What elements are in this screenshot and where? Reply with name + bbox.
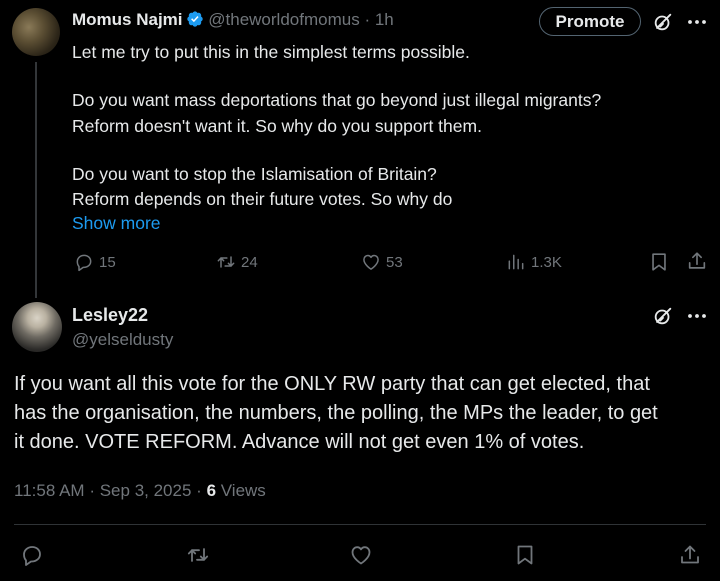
divider	[14, 524, 706, 525]
reply-icon	[76, 254, 92, 272]
parent-tweet-line: Let me try to put this in the simplest t…	[72, 42, 470, 62]
tweet-views-count: 6	[206, 481, 217, 500]
focus-tweet-line: If you want all this vote for the ONLY R…	[14, 373, 650, 395]
focus-tweet-text: If you want all this vote for the ONLY R…	[14, 370, 714, 457]
like-count: 53	[386, 253, 403, 271]
focus-tweet-line: has the organisation, the numbers, the p…	[14, 402, 658, 424]
tweet-time[interactable]: 11:58 AM	[14, 481, 85, 500]
share-icon[interactable]	[686, 250, 708, 272]
thread-connector-line	[35, 62, 37, 298]
parent-tweet-header: Momus Najmi @theworldofmomus · 1h	[72, 8, 394, 32]
repost-icon	[217, 256, 235, 268]
reply-icon[interactable]	[20, 543, 44, 567]
grok-icon[interactable]	[652, 11, 674, 33]
meta-separator: ·	[196, 481, 202, 500]
more-icon[interactable]	[685, 305, 709, 327]
grok-icon[interactable]	[652, 305, 674, 327]
focus-author-handle[interactable]: @yelseldusty	[72, 328, 173, 352]
parent-author-avatar[interactable]	[12, 8, 60, 56]
repost-count: 24	[241, 253, 258, 271]
promote-button[interactable]: Promote	[539, 7, 641, 36]
header-separator: ·	[364, 10, 371, 29]
bookmark-icon[interactable]	[513, 543, 537, 567]
reply-count: 15	[99, 253, 116, 271]
parent-tweet-time[interactable]: 1h	[375, 10, 394, 29]
views-count: 1.3K	[531, 253, 562, 271]
views-action[interactable]: 1.3K	[506, 251, 562, 273]
repost-action[interactable]: 24	[216, 251, 258, 273]
show-more-link[interactable]: Show more	[72, 211, 161, 235]
focus-author-name[interactable]: Lesley22	[72, 303, 148, 327]
parent-tweet-line: Reform depends on their future votes. So…	[72, 189, 453, 209]
tweet-date[interactable]: Sep 3, 2025	[100, 481, 192, 500]
views-icon	[508, 254, 524, 270]
parent-tweet-line: Do you want mass deportations that go be…	[72, 90, 602, 110]
verified-badge-icon	[186, 10, 204, 28]
focus-author-avatar[interactable]	[12, 302, 62, 352]
like-icon[interactable]	[349, 543, 373, 567]
like-action[interactable]: 53	[361, 251, 403, 273]
focus-tweet-line: it done. VOTE REFORM. Advance will not g…	[14, 431, 585, 453]
repost-icon[interactable]	[186, 543, 210, 567]
like-icon	[363, 254, 379, 270]
parent-author-handle[interactable]: @theworldofmomus	[208, 10, 359, 29]
share-icon[interactable]	[678, 543, 702, 567]
reply-action[interactable]: 15	[74, 251, 116, 273]
more-icon[interactable]	[685, 11, 709, 33]
tweet-views-label: Views	[220, 481, 266, 500]
parent-author-name[interactable]: Momus Najmi	[72, 10, 183, 29]
parent-tweet-line: Do you want to stop the Islamisation of …	[72, 164, 437, 184]
bookmark-icon[interactable]	[648, 251, 670, 273]
tweet-meta: 11:58 AM · Sep 3, 2025 · 6 Views	[14, 480, 266, 502]
meta-separator: ·	[89, 481, 95, 500]
parent-tweet-line: Reform doesn't want it. So why do you su…	[72, 116, 482, 136]
